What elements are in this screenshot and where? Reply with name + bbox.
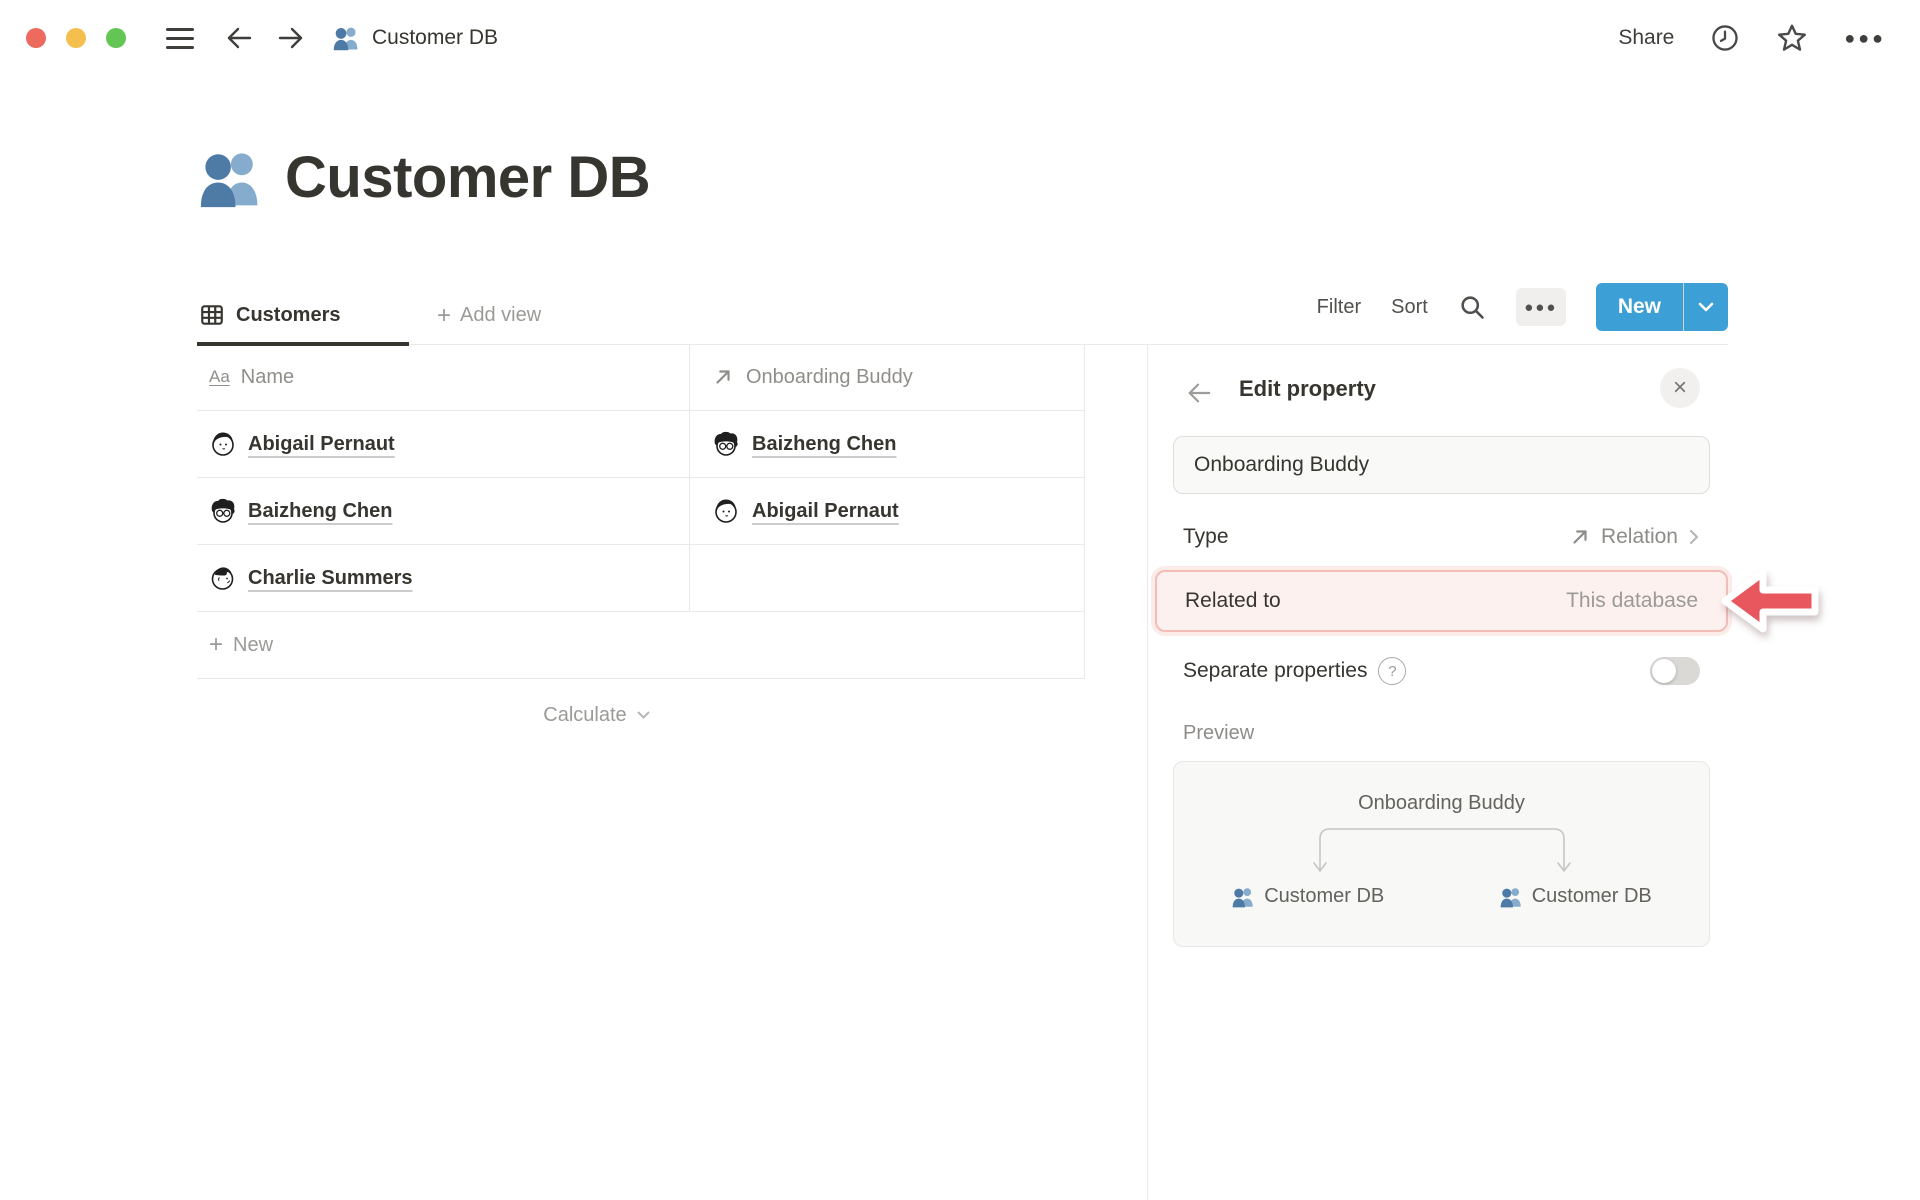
name-cell[interactable]: Baizheng Chen	[197, 478, 690, 544]
panel-title: Edit property	[1239, 376, 1376, 401]
panel-back-icon[interactable]	[1185, 380, 1213, 406]
avatar-profile-icon	[209, 564, 237, 592]
breadcrumb-label: Customer DB	[372, 26, 499, 49]
table-view-icon	[199, 302, 225, 328]
preview-label: Preview	[1183, 722, 1255, 744]
page-title[interactable]: Customer DB	[285, 144, 651, 211]
title-property-icon: Aa	[209, 367, 230, 386]
new-button-label[interactable]: New	[1595, 283, 1683, 331]
close-icon[interactable]: ×	[1660, 368, 1700, 408]
help-question-icon[interactable]: ?	[1378, 657, 1407, 685]
column-header-onboarding-buddy[interactable]: Onboarding Buddy	[690, 344, 1085, 410]
related-to-value: This database	[1566, 589, 1698, 612]
minimize-window-button[interactable]	[66, 28, 86, 48]
chevron-down-icon	[637, 711, 650, 719]
calculate-button[interactable]: Calculate	[153, 679, 1041, 751]
forward-arrow-icon[interactable]	[276, 24, 306, 52]
chevron-right-icon	[1689, 529, 1699, 545]
relation-bracket-arrows	[1312, 828, 1571, 872]
filter-button[interactable]: Filter	[1317, 296, 1361, 319]
more-options-icon[interactable]: ●●●	[1844, 28, 1886, 49]
window-controls	[26, 28, 126, 48]
separate-properties-toggle[interactable]	[1650, 657, 1700, 685]
table-row: Baizheng Chen Abigail Pernaut	[197, 478, 1085, 545]
avatar-bob-icon	[209, 430, 237, 458]
favorite-star-icon[interactable]	[1776, 22, 1808, 54]
name-cell[interactable]: Charlie Summers	[197, 545, 690, 611]
people-icon	[332, 25, 360, 51]
plus-icon: +	[437, 301, 452, 329]
view-toolbar: Customers + Add view Filter Sort ●●● New	[197, 272, 1728, 346]
type-row[interactable]: Type Relation	[1183, 512, 1700, 562]
preview-property-name: Onboarding Buddy	[1358, 792, 1525, 814]
relation-arrow-icon	[712, 366, 734, 388]
preview-database-item: Customer DB	[1174, 885, 1442, 908]
avatar-curly-icon	[712, 430, 740, 458]
window-titlebar: Customer DB Share ●●●	[0, 0, 1920, 76]
new-row-button[interactable]: + New	[197, 612, 1085, 679]
sidebar-menu-icon[interactable]	[166, 27, 194, 49]
avatar-curly-icon	[209, 497, 237, 525]
column-header-name[interactable]: Aa Name	[197, 344, 690, 410]
avatar-bob-icon	[712, 497, 740, 525]
page-icon-people[interactable]	[197, 147, 263, 209]
table-row: Charlie Summers	[197, 545, 1085, 612]
preview-database-item: Customer DB	[1442, 885, 1710, 908]
people-icon	[1231, 886, 1255, 908]
add-view-button[interactable]: + Add view	[437, 301, 541, 329]
property-name-input[interactable]	[1174, 453, 1709, 477]
annotation-red-arrow-icon	[1716, 563, 1822, 639]
row-buddy-link[interactable]: Abigail Pernaut	[752, 500, 899, 523]
relation-arrow-icon	[1573, 530, 1587, 544]
back-arrow-icon[interactable]	[224, 24, 254, 52]
new-dropdown-button[interactable]	[1684, 283, 1728, 331]
updates-clock-icon[interactable]	[1710, 23, 1740, 53]
row-name-link[interactable]: Baizheng Chen	[248, 500, 392, 523]
relation-preview-box: Onboarding Buddy Customer DB Customer DB	[1173, 761, 1710, 947]
people-icon	[1499, 886, 1523, 908]
database-table: Aa Name Onboarding Buddy Abigail Pernaut…	[197, 344, 1085, 751]
type-value: Relation	[1600, 525, 1678, 548]
buddy-cell[interactable]: Baizheng Chen	[690, 411, 1085, 477]
chevron-down-icon	[1698, 302, 1714, 312]
panel-divider	[1147, 344, 1148, 1200]
plus-icon: +	[209, 631, 224, 658]
related-to-row[interactable]: Related to This database	[1155, 570, 1728, 632]
toggle-knob	[1652, 659, 1676, 683]
separate-properties-row: Separate properties ?	[1183, 644, 1700, 698]
tab-customers[interactable]: Customers	[199, 302, 340, 328]
tab-label: Customers	[236, 303, 341, 326]
table-row: Abigail Pernaut Baizheng Chen	[197, 411, 1085, 478]
property-name-field-wrap	[1173, 436, 1710, 494]
name-cell[interactable]: Abigail Pernaut	[197, 411, 690, 477]
row-buddy-link[interactable]: Baizheng Chen	[752, 433, 896, 456]
new-button[interactable]: New	[1595, 283, 1728, 331]
buddy-cell[interactable]: Abigail Pernaut	[690, 478, 1085, 544]
edit-property-panel: Edit property × Type Relation Related to…	[1155, 356, 1728, 947]
sort-button[interactable]: Sort	[1391, 296, 1428, 319]
buddy-cell-empty[interactable]	[690, 545, 1085, 611]
search-icon[interactable]	[1458, 293, 1486, 321]
view-more-icon[interactable]: ●●●	[1515, 288, 1566, 326]
breadcrumb[interactable]: Customer DB	[332, 25, 498, 51]
share-button[interactable]: Share	[1618, 26, 1674, 50]
row-name-link[interactable]: Abigail Pernaut	[248, 433, 395, 456]
close-window-button[interactable]	[26, 28, 46, 48]
row-name-link[interactable]: Charlie Summers	[248, 567, 413, 590]
table-header-row: Aa Name Onboarding Buddy	[197, 344, 1085, 411]
zoom-window-button[interactable]	[106, 28, 126, 48]
